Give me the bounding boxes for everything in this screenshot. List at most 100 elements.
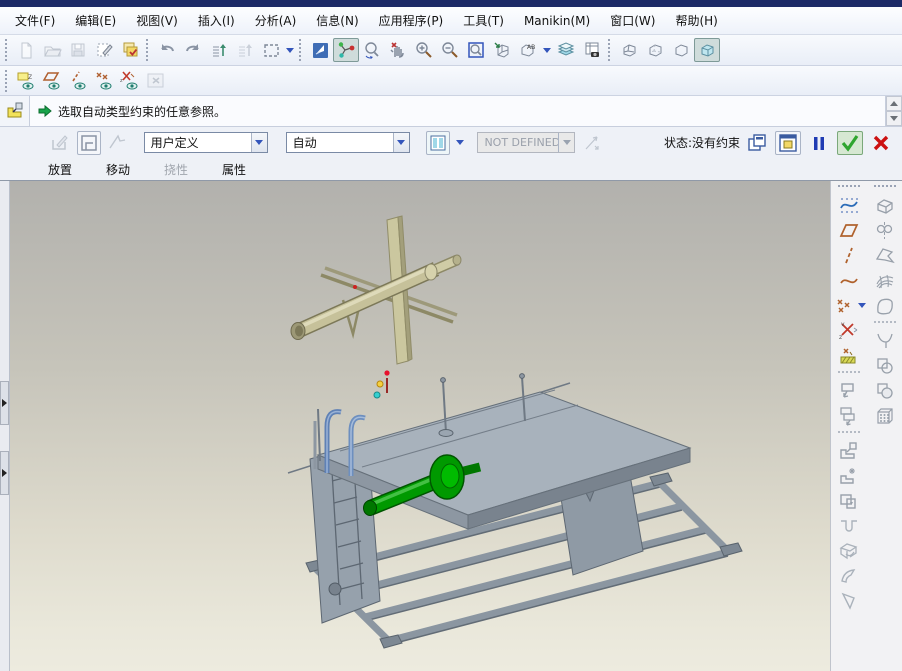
point-display-icon[interactable] <box>91 69 117 93</box>
datum-place-icon[interactable] <box>48 131 73 155</box>
zoom-in-icon[interactable] <box>411 38 437 62</box>
scroll-down-icon[interactable] <box>886 111 902 126</box>
main-window-icon[interactable] <box>775 130 802 155</box>
package-icon[interactable] <box>836 488 862 513</box>
menu-help[interactable]: 帮助(H) <box>666 9 726 32</box>
datum-axis-tool-icon[interactable] <box>836 243 862 268</box>
combo-caret-icon[interactable] <box>392 133 409 152</box>
update-list-icon[interactable] <box>232 38 258 62</box>
layers-icon[interactable] <box>553 38 579 62</box>
constraint-set-combo[interactable]: 用户定义 <box>143 132 268 153</box>
drag-handle-marker[interactable] <box>373 370 390 399</box>
refit-icon[interactable] <box>463 38 489 62</box>
sketch-tool-icon[interactable] <box>836 193 862 218</box>
regenerate-icon[interactable] <box>117 38 143 62</box>
menu-analysis[interactable]: 分析(A) <box>246 9 306 32</box>
tab-placement[interactable]: 放置 <box>48 161 72 178</box>
toolbar-grip[interactable] <box>5 39 10 61</box>
assemble-component-icon[interactable] <box>836 438 862 463</box>
menu-view[interactable]: 视图(V) <box>127 9 187 32</box>
menu-file[interactable]: 文件(F) <box>6 9 64 32</box>
extrude-icon[interactable] <box>872 193 898 218</box>
zoom-out-icon[interactable] <box>437 38 463 62</box>
sweep-icon[interactable] <box>872 243 898 268</box>
annotation-toggle-icon[interactable] <box>143 69 169 93</box>
datum-csys-tool-icon[interactable]: zv <box>836 318 862 343</box>
toolbar-grip[interactable] <box>838 185 860 189</box>
toolbar-grip[interactable] <box>5 69 10 92</box>
save-icon[interactable] <box>65 38 91 62</box>
axis-display-icon[interactable] <box>65 69 91 93</box>
sash-open-icon[interactable] <box>0 451 9 495</box>
menu-tools[interactable]: 工具(T) <box>454 9 513 32</box>
menu-manikin[interactable]: Manikin(M) <box>515 11 599 31</box>
ok-check-icon[interactable] <box>837 130 864 155</box>
trim-icon[interactable] <box>872 378 898 403</box>
redo-icon[interactable] <box>180 38 206 62</box>
copy-geometry-icon[interactable] <box>836 378 862 403</box>
regenerate-list-icon[interactable] <box>206 38 232 62</box>
csys-display-icon[interactable]: z <box>117 69 143 93</box>
child-window-icon[interactable] <box>744 131 770 155</box>
boundary-blend-icon[interactable] <box>872 268 898 293</box>
cancel-x-icon[interactable] <box>868 131 894 155</box>
selection-caret[interactable] <box>284 38 296 62</box>
scroll-up-icon[interactable] <box>886 96 902 111</box>
pointer-icon[interactable] <box>105 131 130 155</box>
hole-icon[interactable] <box>836 513 862 538</box>
menu-edit[interactable]: 编辑(E) <box>66 9 125 32</box>
publish-geometry-icon[interactable] <box>836 403 862 428</box>
tab-properties[interactable]: 属性 <box>222 161 246 178</box>
hidden-line-icon[interactable] <box>642 38 668 62</box>
no-hidden-icon[interactable] <box>668 38 694 62</box>
move-window-icon[interactable] <box>76 130 102 155</box>
menu-info[interactable]: 信息(N) <box>307 9 367 32</box>
datum-point-tool-icon[interactable] <box>830 293 856 318</box>
message-scrollbar[interactable] <box>885 96 902 126</box>
analysis-point-icon[interactable] <box>836 343 862 368</box>
combo-caret-icon[interactable] <box>250 133 267 152</box>
reorient-icon[interactable] <box>489 38 515 62</box>
erase-icon[interactable] <box>91 38 117 62</box>
chamfer-feature-icon[interactable] <box>836 588 862 613</box>
spin-center-icon[interactable] <box>359 38 385 62</box>
menu-insert[interactable]: 插入(I) <box>189 9 244 32</box>
flip-constraint-icon[interactable] <box>579 131 604 155</box>
saved-views-icon[interactable]: AB <box>515 38 541 62</box>
sash-open-icon[interactable] <box>0 381 9 425</box>
create-component-icon[interactable] <box>836 463 862 488</box>
stop-hand-icon[interactable] <box>385 38 411 62</box>
plane-filter-icon[interactable] <box>307 38 333 62</box>
toolbar-grip[interactable] <box>608 39 613 61</box>
menu-window[interactable]: 窗口(W) <box>601 9 664 32</box>
toolbar-grip[interactable] <box>299 39 304 61</box>
pause-icon[interactable] <box>806 131 832 155</box>
toolbar-grip[interactable] <box>873 185 896 189</box>
shell-icon[interactable] <box>836 538 862 563</box>
open-file-icon[interactable] <box>39 38 65 62</box>
view-manager-icon[interactable] <box>579 38 605 62</box>
shaded-icon[interactable] <box>694 38 720 62</box>
drag-component-icon[interactable] <box>333 38 359 62</box>
toolbar-grip[interactable] <box>146 39 151 61</box>
round-feature-icon[interactable] <box>836 563 862 588</box>
datum-plane-tool-icon[interactable] <box>836 218 862 243</box>
split-window-caret[interactable] <box>454 131 465 155</box>
constraint-type-combo[interactable]: 自动 <box>285 132 410 153</box>
pattern-icon[interactable] <box>872 403 898 428</box>
undo-icon[interactable] <box>154 38 180 62</box>
model-viewport[interactable] <box>10 181 830 671</box>
wireframe-icon[interactable] <box>616 38 642 62</box>
revolve-icon[interactable] <box>872 218 898 243</box>
saved-views-caret[interactable] <box>541 38 553 62</box>
plane-tag-display-icon[interactable] <box>39 69 65 93</box>
menu-applications[interactable]: 应用程序(P) <box>370 9 453 32</box>
split-window-icon[interactable] <box>425 130 451 155</box>
plane-display-icon[interactable]: Z <box>13 69 39 93</box>
datum-curve-tool-icon[interactable] <box>836 268 862 293</box>
round-tool-icon[interactable] <box>872 328 898 353</box>
tab-move[interactable]: 移动 <box>106 161 130 178</box>
selection-box-icon[interactable] <box>258 38 284 62</box>
style-icon[interactable] <box>872 293 898 318</box>
new-file-icon[interactable] <box>13 38 39 62</box>
